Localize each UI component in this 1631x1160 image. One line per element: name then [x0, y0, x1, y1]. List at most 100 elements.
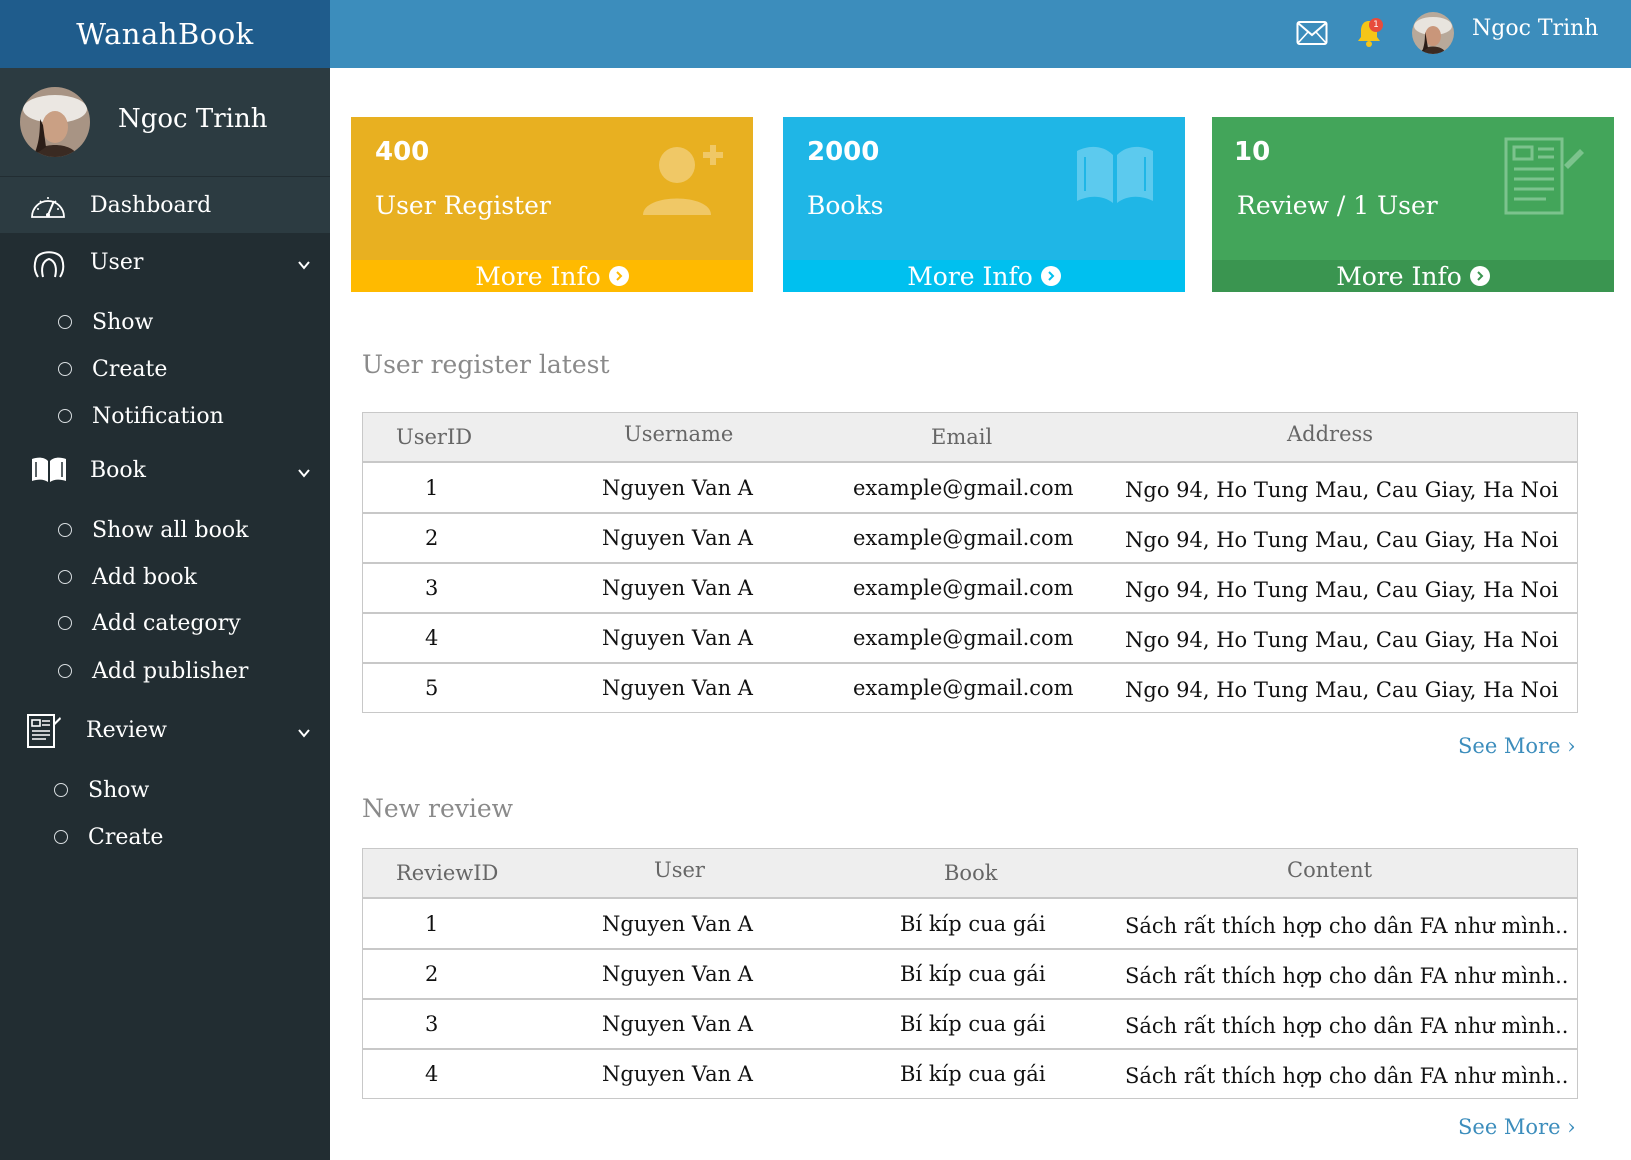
chevron-down-icon[interactable] — [296, 462, 312, 478]
sidebar-item-review[interactable]: Review — [0, 702, 330, 758]
cell-book: Bí kíp cua gái — [900, 1012, 1046, 1036]
circle-icon — [58, 362, 72, 376]
circle-icon — [54, 830, 68, 844]
cell-username: Nguyen Van A — [602, 576, 753, 600]
brand-logo[interactable]: WanahBook — [0, 0, 330, 68]
table-row[interactable]: 4 Nguyen Van A example@gmail.com Ngo 94,… — [363, 613, 1577, 663]
sidebar-subitem-add-book[interactable]: Add book — [58, 561, 197, 593]
stat-value: 10 — [1234, 137, 1271, 167]
review-document-icon — [23, 710, 63, 750]
column-header[interactable]: UserID — [396, 413, 472, 461]
column-header[interactable]: Book — [944, 849, 997, 897]
stat-label: User Register — [375, 191, 551, 220]
table-row[interactable]: 2 Nguyen Van A Bí kíp cua gái Sách rất t… — [363, 949, 1577, 999]
column-header[interactable]: Username — [624, 410, 733, 458]
sidebar-subitem-review-show[interactable]: Show — [54, 774, 149, 806]
users-table: UserID Username Email Address 1 Nguyen V… — [362, 412, 1578, 713]
document-icon — [1502, 135, 1586, 223]
table-row[interactable]: 3 Nguyen Van A example@gmail.com Ngo 94,… — [363, 563, 1577, 613]
cell-email: example@gmail.com — [853, 576, 1074, 600]
cell-user-id: 2 — [425, 526, 439, 550]
dashboard-icon — [28, 185, 68, 225]
column-header[interactable]: ReviewID — [396, 849, 498, 897]
cell-user-id: 1 — [425, 475, 439, 500]
table-row[interactable]: 4 Nguyen Van A Bí kíp cua gái Sách rất t… — [363, 1049, 1577, 1099]
table-row[interactable]: 5 Nguyen Van A example@gmail.com Ngo 94,… — [363, 663, 1577, 713]
cell-book: Bí kíp cua gái — [900, 911, 1046, 936]
cell-address: Ngo 94, Ho Tung Mau, Cau Giay, Ha Noi — [1125, 528, 1559, 552]
mail-icon[interactable] — [1296, 20, 1328, 46]
more-info-link[interactable]: More Info — [783, 260, 1185, 292]
cell-username: Nguyen Van A — [602, 475, 753, 500]
sidebar-subitem-add-category[interactable]: Add category — [58, 607, 241, 639]
stat-card-books: 2000 Books More Info — [783, 117, 1185, 292]
column-header[interactable]: Address — [1287, 410, 1373, 458]
cell-email: example@gmail.com — [853, 626, 1074, 650]
cell-user: Nguyen Van A — [602, 1062, 753, 1086]
cell-user-id: 3 — [425, 576, 439, 600]
circle-icon — [54, 783, 68, 797]
header-user-name[interactable]: Ngoc Trinh — [1472, 16, 1598, 41]
sidebar-subitem-label: Add category — [92, 610, 241, 636]
cell-review-id: 1 — [425, 911, 439, 936]
arrow-circle-right-icon — [1469, 266, 1490, 286]
more-info-label: More Info — [475, 261, 601, 291]
user-add-icon — [641, 139, 725, 223]
cell-username: Nguyen Van A — [602, 526, 753, 550]
cell-content: Sách rất thích hợp cho dân FA như mình.. — [1125, 1064, 1569, 1088]
table-header: ReviewID User Book Content — [363, 849, 1577, 899]
sidebar-subitem-user-show[interactable]: Show — [58, 306, 153, 338]
circle-icon — [58, 523, 72, 537]
stat-card-users: 400 User Register More Info — [351, 117, 753, 292]
more-info-label: More Info — [1336, 261, 1462, 291]
users-see-more-link[interactable]: See More › — [1458, 734, 1576, 758]
sidebar-item-book[interactable]: Book — [0, 442, 330, 498]
users-section-title: User register latest — [362, 350, 610, 379]
stat-label: Review / 1 User — [1237, 191, 1438, 220]
cell-username: Nguyen Van A — [602, 676, 753, 700]
arrow-circle-right-icon — [608, 266, 629, 286]
stat-card-reviews: 10 Review / 1 User More Info — [1212, 117, 1614, 292]
cell-address: Ngo 94, Ho Tung Mau, Cau Giay, Ha Noi — [1125, 477, 1559, 502]
sidebar-avatar[interactable] — [20, 87, 90, 157]
cell-user: Nguyen Van A — [602, 911, 753, 936]
sidebar-subitem-add-publisher[interactable]: Add publisher — [58, 655, 248, 687]
more-info-link[interactable]: More Info — [351, 260, 753, 292]
sidebar-item-label: User — [90, 249, 144, 275]
column-header[interactable]: Email — [931, 413, 992, 461]
table-row[interactable]: 1 Nguyen Van A example@gmail.com Ngo 94,… — [363, 463, 1577, 513]
reviews-see-more-link[interactable]: See More › — [1458, 1115, 1576, 1139]
cell-content: Sách rất thích hợp cho dân FA như mình.. — [1125, 1014, 1569, 1038]
sidebar-item-user[interactable]: User — [0, 234, 330, 290]
cell-content: Sách rất thích hợp cho dân FA như mình.. — [1125, 964, 1569, 988]
header-avatar[interactable] — [1412, 12, 1454, 54]
sidebar-subitem-user-create[interactable]: Create — [58, 353, 167, 385]
sidebar-profile: Ngoc Trinh — [0, 68, 330, 176]
stat-value: 400 — [375, 137, 430, 167]
cell-address: Ngo 94, Ho Tung Mau, Cau Giay, Ha Noi — [1125, 628, 1559, 652]
sidebar-subitem-review-create[interactable]: Create — [54, 821, 163, 853]
chevron-down-icon[interactable] — [296, 254, 312, 270]
more-info-link[interactable]: More Info — [1212, 260, 1614, 292]
sidebar-item-dashboard[interactable]: Dashboard — [0, 177, 330, 233]
cell-email: example@gmail.com — [853, 526, 1074, 550]
cell-username: Nguyen Van A — [602, 626, 753, 650]
sidebar-item-label: Dashboard — [90, 192, 212, 218]
arrow-circle-right-icon — [1040, 266, 1061, 286]
sidebar-subitem-user-notification[interactable]: Notification — [58, 400, 224, 432]
column-header[interactable]: Content — [1287, 846, 1372, 894]
chevron-down-icon[interactable] — [296, 722, 312, 738]
cell-book: Bí kíp cua gái — [900, 1062, 1046, 1086]
book-icon — [29, 450, 69, 490]
cell-email: example@gmail.com — [853, 676, 1074, 700]
table-row[interactable]: 3 Nguyen Van A Bí kíp cua gái Sách rất t… — [363, 999, 1577, 1049]
sidebar-subitem-show-all-book[interactable]: Show all book — [58, 514, 248, 546]
column-header[interactable]: User — [654, 846, 705, 894]
cell-review-id: 2 — [425, 962, 439, 986]
cell-user-id: 5 — [425, 676, 439, 700]
cell-user: Nguyen Van A — [602, 962, 753, 986]
table-row[interactable]: 1 Nguyen Van A Bí kíp cua gái Sách rất t… — [363, 899, 1577, 949]
open-book-icon — [1073, 143, 1157, 213]
table-row[interactable]: 2 Nguyen Van A example@gmail.com Ngo 94,… — [363, 513, 1577, 563]
cell-review-id: 4 — [425, 1062, 439, 1086]
